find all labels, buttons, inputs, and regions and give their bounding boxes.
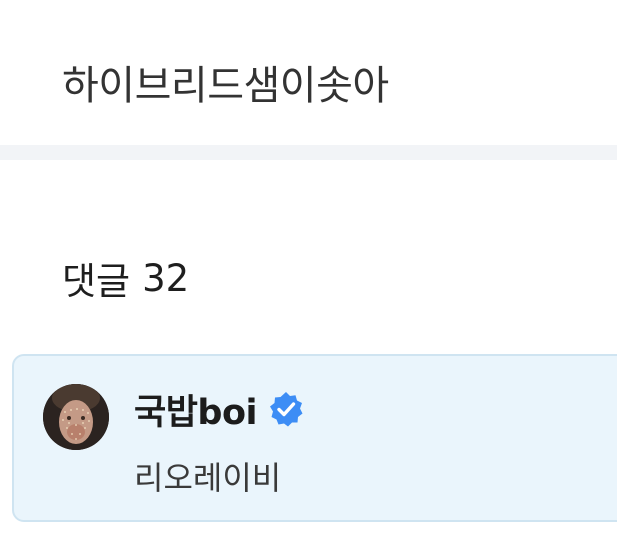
page: 하이브리드샘이솟아 댓글 32 국밥boi 리오레이비 (0, 0, 617, 549)
comments-header: 댓글 32 (62, 252, 189, 304)
post-text: 하이브리드샘이솟아 (62, 63, 389, 109)
verified-badge-icon (267, 390, 305, 428)
comment-text: 리오레이비 (134, 459, 282, 497)
comment-item[interactable]: 국밥boi 리오레이비 (12, 354, 617, 522)
comments-count: 32 (142, 256, 190, 300)
section-divider (0, 145, 617, 160)
avatar[interactable] (43, 384, 109, 450)
comments-label: 댓글 (62, 260, 131, 303)
avatar-image (43, 384, 109, 450)
post-body: 하이브리드샘이솟아 (0, 0, 617, 145)
comment-author-row: 국밥boi (134, 384, 305, 435)
comment-author-name[interactable]: 국밥boi (134, 384, 258, 435)
